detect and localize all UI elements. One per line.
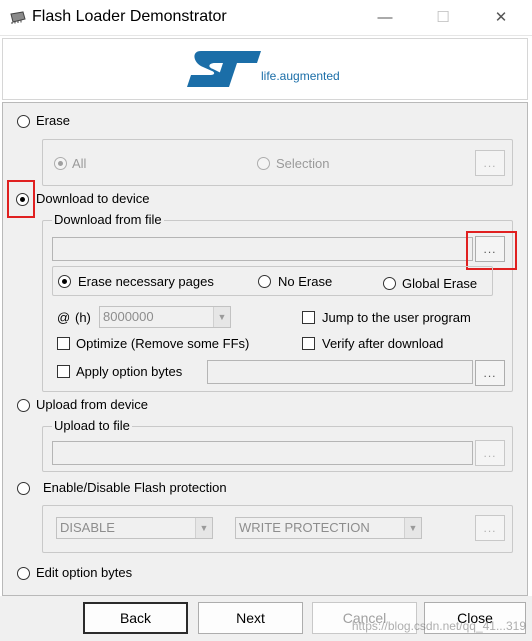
upload-file-input [52, 441, 473, 465]
st-logo-icon [187, 51, 261, 87]
back-button[interactable]: Back [83, 602, 188, 634]
upload-label: Upload from device [36, 397, 148, 412]
edit-option-bytes-label: Edit option bytes [36, 565, 133, 580]
no-erase-radio[interactable] [258, 275, 271, 288]
erase-selection-radio [257, 157, 270, 170]
no-erase-label: No Erase [278, 274, 333, 289]
upload-radio[interactable] [17, 399, 30, 412]
next-button[interactable]: Next [198, 602, 303, 634]
optimize-label: Optimize (Remove some FFs) [76, 336, 250, 351]
verify-checkbox[interactable] [302, 337, 315, 350]
option-bytes-browse-button[interactable]: ... [475, 360, 505, 386]
erase-browse-button: ... [475, 150, 505, 176]
jump-checkbox[interactable] [302, 311, 315, 324]
optimize-checkbox[interactable] [57, 337, 70, 350]
window-title: Flash Loader Demonstrator [32, 8, 227, 25]
apply-option-bytes-label: Apply option bytes [76, 364, 183, 379]
edit-option-bytes-radio[interactable] [17, 567, 30, 580]
download-radio[interactable] [16, 193, 29, 206]
option-bytes-file-input [207, 360, 473, 384]
maximize-button: ☐ [436, 9, 450, 26]
download-file-input[interactable] [52, 237, 473, 261]
protection-mode-combo: DISABLE ▼ [56, 517, 213, 539]
minimize-button[interactable]: — [356, 0, 414, 34]
upload-browse-button: ... [475, 440, 505, 466]
erase-selection-label: Selection [276, 156, 330, 171]
protection-type-combo: WRITE PROTECTION ▼ [235, 517, 422, 539]
erase-necessary-label: Erase necessary pages [78, 274, 214, 289]
jump-label: Jump to the user program [322, 310, 471, 325]
protection-radio[interactable] [17, 482, 30, 495]
chevron-down-icon: ▼ [195, 518, 212, 538]
watermark: https://blog.csdn.net/qq_41...319 [351, 619, 526, 633]
protection-browse-button: ... [475, 515, 505, 541]
protection-type-value: WRITE PROTECTION [239, 520, 370, 535]
chevron-down-icon: ▼ [404, 518, 421, 538]
title-bar: Flash Loader Demonstrator — ☐ ✕ [0, 0, 532, 36]
erase-radio[interactable] [17, 115, 30, 128]
chip-icon [10, 11, 26, 24]
chevron-down-icon: ▼ [213, 307, 230, 327]
logo-banner: life.augmented [2, 38, 528, 100]
erase-all-radio [54, 157, 67, 170]
verify-label: Verify after download [322, 336, 444, 351]
download-label: Download to device [36, 191, 150, 206]
download-from-file-label: Download from file [52, 212, 164, 227]
address-combo: 8000000 ▼ [99, 306, 231, 328]
address-at-label: @ [57, 310, 71, 325]
address-value: 8000000 [103, 309, 154, 324]
global-erase-radio[interactable] [383, 277, 396, 290]
address-hex-label: (h) [75, 310, 91, 325]
global-erase-label: Global Erase [402, 276, 478, 291]
erase-all-label: All [72, 156, 87, 171]
erase-necessary-radio[interactable] [58, 275, 71, 288]
close-window-button[interactable]: ✕ [472, 0, 530, 34]
upload-to-file-label: Upload to file [52, 418, 132, 433]
protection-mode-value: DISABLE [60, 520, 115, 535]
erase-label: Erase [36, 113, 70, 128]
apply-option-bytes-checkbox[interactable] [57, 365, 70, 378]
download-browse-button[interactable]: ... [475, 236, 505, 262]
protection-label: Enable/Disable Flash protection [43, 480, 227, 495]
logo-tagline: life.augmented [261, 69, 340, 83]
